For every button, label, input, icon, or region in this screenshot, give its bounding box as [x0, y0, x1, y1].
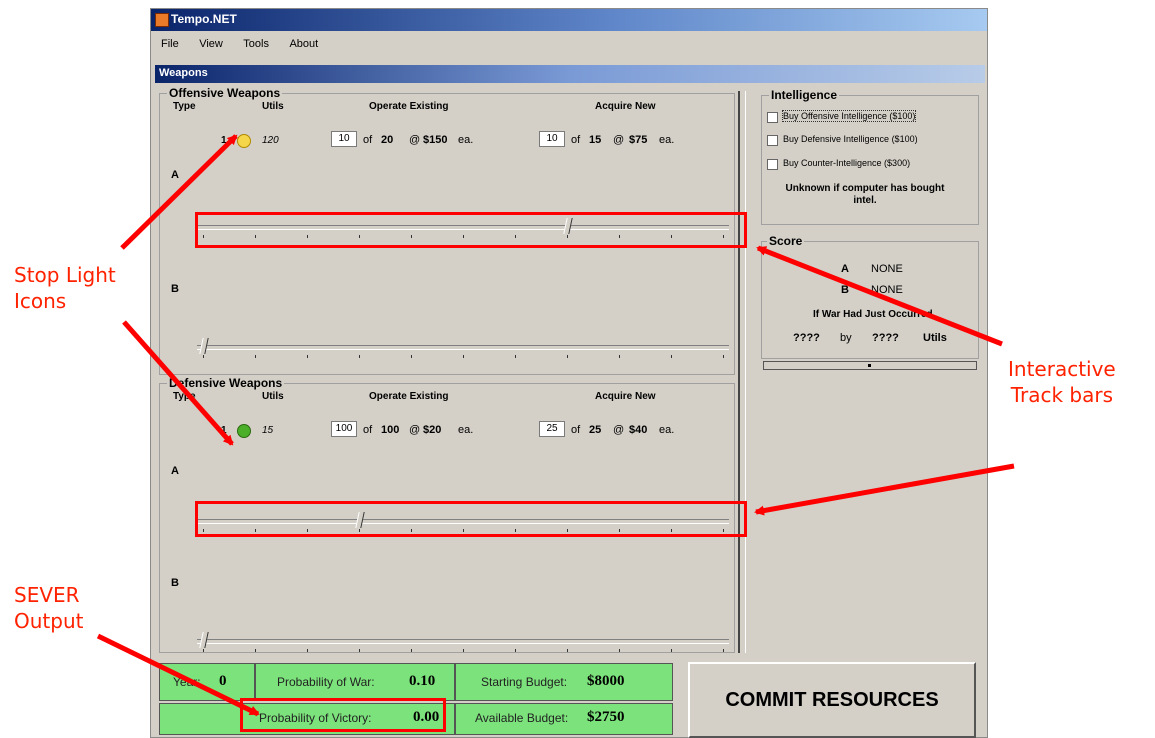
- arrow-icon: [120, 134, 238, 250]
- callout-line: Interactive: [1008, 357, 1116, 381]
- annotation-arrows: [96, 134, 1015, 717]
- callout-line: Output: [14, 609, 84, 633]
- callout-line: Track bars: [1010, 383, 1114, 407]
- arrow-icon: [96, 633, 260, 717]
- arrow-icon: [122, 320, 234, 446]
- sever-output-callout: SEVER Output: [14, 582, 83, 634]
- arrow-icon: [754, 463, 1015, 516]
- stop-light-callout: Stop Light Icons: [14, 262, 116, 314]
- track-bar-callout: Interactive Track bars: [1008, 356, 1116, 408]
- callout-line: SEVER: [14, 583, 80, 607]
- callout-line: Stop Light: [14, 263, 116, 287]
- arrow-icon: [756, 245, 1003, 347]
- callout-line: Icons: [14, 289, 67, 313]
